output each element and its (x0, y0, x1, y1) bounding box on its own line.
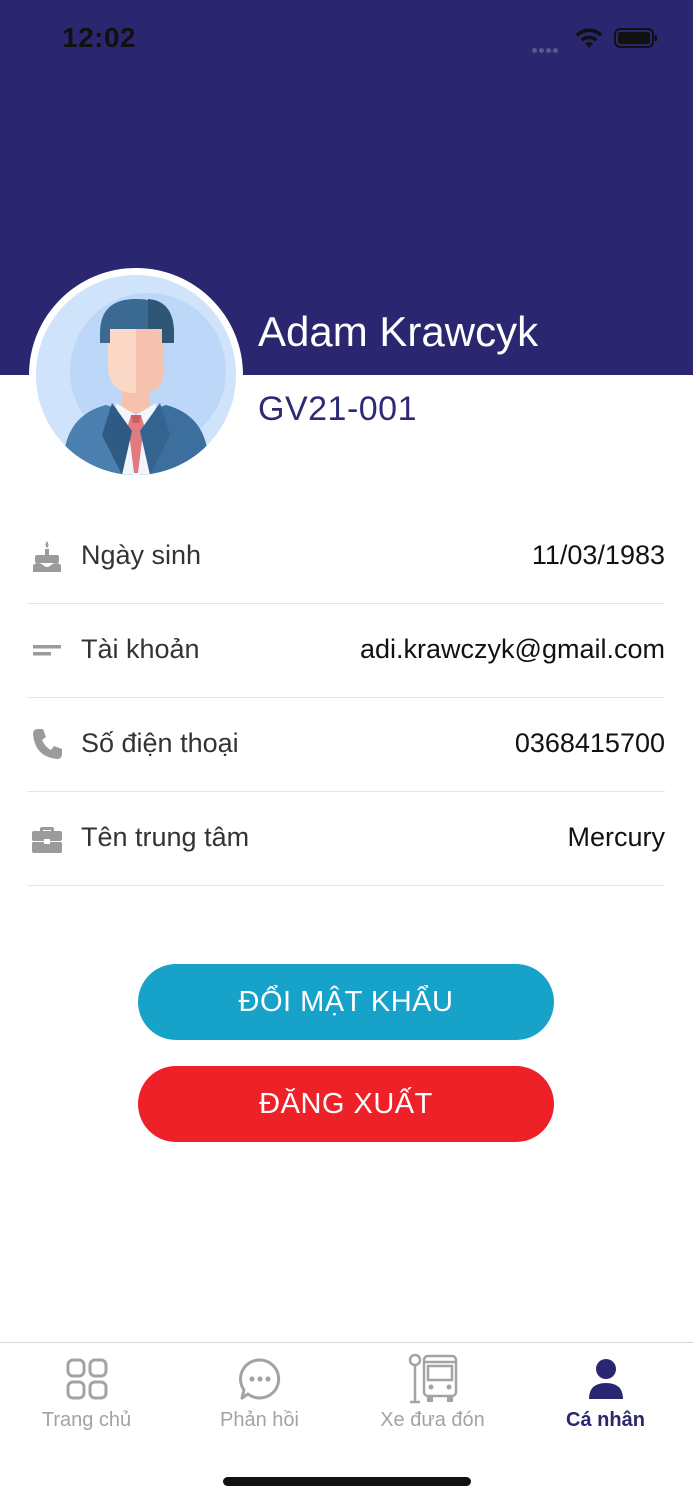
phone-icon (33, 729, 62, 759)
signal-icon (532, 40, 566, 53)
home-indicator (223, 1477, 471, 1486)
tab-profile[interactable]: Cá nhân (519, 1343, 692, 1443)
info-row-center: Tên trung tâm Mercury (27, 792, 665, 886)
tab-label: Cá nhân (566, 1409, 645, 1431)
tab-label: Phản hồi (220, 1409, 299, 1431)
status-bar: 12:02 (0, 0, 693, 80)
tab-feedback[interactable]: Phản hồi (173, 1343, 346, 1443)
info-label: Tài khoản (81, 634, 200, 664)
info-value: 11/03/1983 (531, 540, 665, 570)
info-label: Số điện thoại (81, 728, 239, 758)
tab-label: Xe đưa đón (380, 1409, 485, 1431)
tab-label: Trang chủ (41, 1409, 132, 1431)
grid-icon (66, 1358, 107, 1400)
info-row-account: Tài khoản adi.krawczyk@gmail.com (27, 604, 665, 698)
info-value: 0368415700 (514, 728, 665, 758)
info-row-phone: Số điện thoại 0368415700 (27, 698, 665, 792)
battery-icon (614, 28, 657, 48)
tab-home[interactable]: Trang chủ (0, 1343, 173, 1443)
tab-shuttle-bus[interactable]: Xe đưa đón (346, 1343, 519, 1443)
info-label: Ngày sinh (81, 540, 202, 570)
info-value: adi.krawczyk@gmail.com (360, 634, 665, 664)
profile-name: Adam Krawcyk (258, 308, 539, 355)
person-icon (588, 1359, 623, 1399)
info-label: Tên trung tâm (81, 822, 250, 852)
change-password-button[interactable]: ĐỔI MẬT KHẨU (138, 964, 554, 1040)
status-time: 12:02 (62, 22, 137, 53)
wifi-icon (575, 28, 603, 48)
briefcase-icon (32, 827, 62, 853)
info-value: Mercury (567, 822, 665, 852)
bus-icon (408, 1353, 457, 1404)
avatar (29, 268, 243, 482)
businessman-avatar-icon (36, 275, 236, 475)
info-row-birthday: Ngày sinh 11/03/1983 (27, 510, 665, 604)
cake-icon (33, 541, 61, 572)
logout-button[interactable]: ĐĂNG XUẤT (138, 1066, 554, 1142)
profile-info-list: Ngày sinh 11/03/1983 Tài khoản adi.krawc… (27, 510, 665, 886)
profile-code: GV21-001 (258, 390, 417, 428)
chat-bubble-icon (238, 1358, 280, 1400)
account-lines-icon (33, 645, 61, 656)
